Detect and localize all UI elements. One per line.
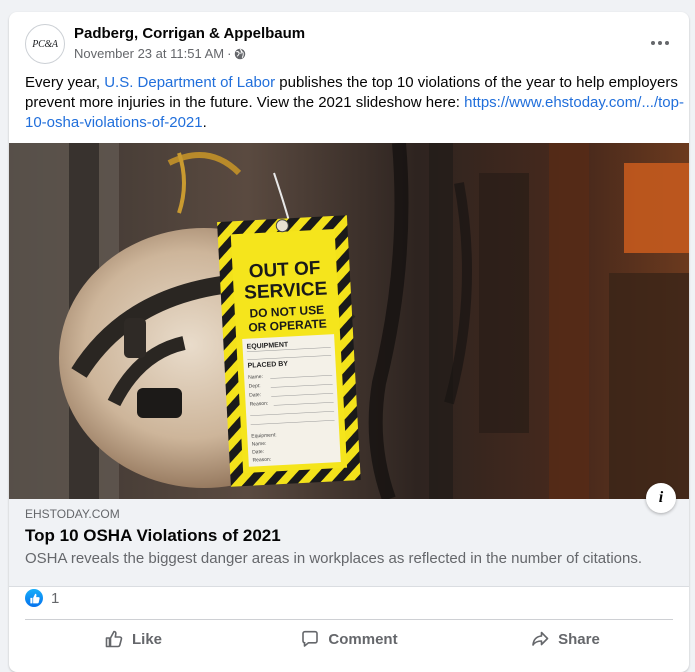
link-preview-box[interactable]: EHSTODAY.COM Top 10 OSHA Violations of 2… <box>9 499 689 587</box>
tag-name: Name: <box>248 374 263 381</box>
post-body-text: Every year, U.S. Department of Labor pub… <box>25 73 685 133</box>
thumbs-up-icon <box>105 630 123 648</box>
reaction-count: 1 <box>51 589 60 607</box>
tag-dept: Dept: <box>249 383 261 390</box>
tag-reason-2: Reason: <box>252 457 271 464</box>
tag-reason: Reason: <box>249 401 268 408</box>
link-title[interactable]: Top 10 OSHA Violations of 2021 <box>25 526 281 546</box>
post-text-part1: Every year, <box>25 74 105 91</box>
comment-button[interactable]: Comment <box>241 620 457 658</box>
post-meta: November 23 at 11:51 AM · <box>74 46 246 61</box>
info-icon[interactable]: i <box>646 483 676 513</box>
meta-separator: · <box>227 46 232 61</box>
out-of-service-tag-photo: OUT OF SERVICE DO NOT USE OR OPERATE EQU… <box>9 143 689 499</box>
like-button[interactable]: Like <box>25 620 241 658</box>
post-card: PC&A Padberg, Corrigan & Appelbaum Novem… <box>9 12 689 672</box>
comment-label: Comment <box>328 630 398 648</box>
globe-icon[interactable] <box>234 48 246 60</box>
link-domain: EHSTODAY.COM <box>25 507 120 521</box>
post-header: PC&A Padberg, Corrigan & Appelbaum Novem… <box>9 12 689 68</box>
reactions-summary[interactable]: 1 <box>25 588 59 608</box>
page-name-link[interactable]: Padberg, Corrigan & Appelbaum <box>74 25 305 42</box>
tag-date: Date: <box>249 392 261 399</box>
like-label: Like <box>131 630 162 648</box>
link-preview-image[interactable]: OUT OF SERVICE DO NOT USE OR OPERATE EQU… <box>9 143 689 499</box>
tag-name-2: Name: <box>252 441 267 448</box>
post-actions-bar: Like Comment Share <box>25 620 673 658</box>
post-text-end: . <box>202 114 207 131</box>
share-button[interactable]: Share <box>457 620 673 658</box>
like-reaction-icon <box>25 589 43 607</box>
comment-icon <box>302 630 319 647</box>
dol-mention-link[interactable]: U.S. Department of Labor <box>104 74 275 91</box>
tag-line2: SERVICE <box>244 278 328 303</box>
link-description: OSHA reveals the biggest danger areas in… <box>25 550 642 567</box>
share-label: Share <box>558 630 600 648</box>
tag-date-2: Date: <box>252 449 264 456</box>
page-avatar[interactable]: PC&A <box>25 24 65 64</box>
post-timestamp[interactable]: November 23 at 11:51 AM <box>74 46 224 61</box>
avatar-logo-text: PC&A <box>32 38 58 50</box>
more-options-icon[interactable] <box>645 30 675 56</box>
share-arrow-icon <box>532 631 549 646</box>
